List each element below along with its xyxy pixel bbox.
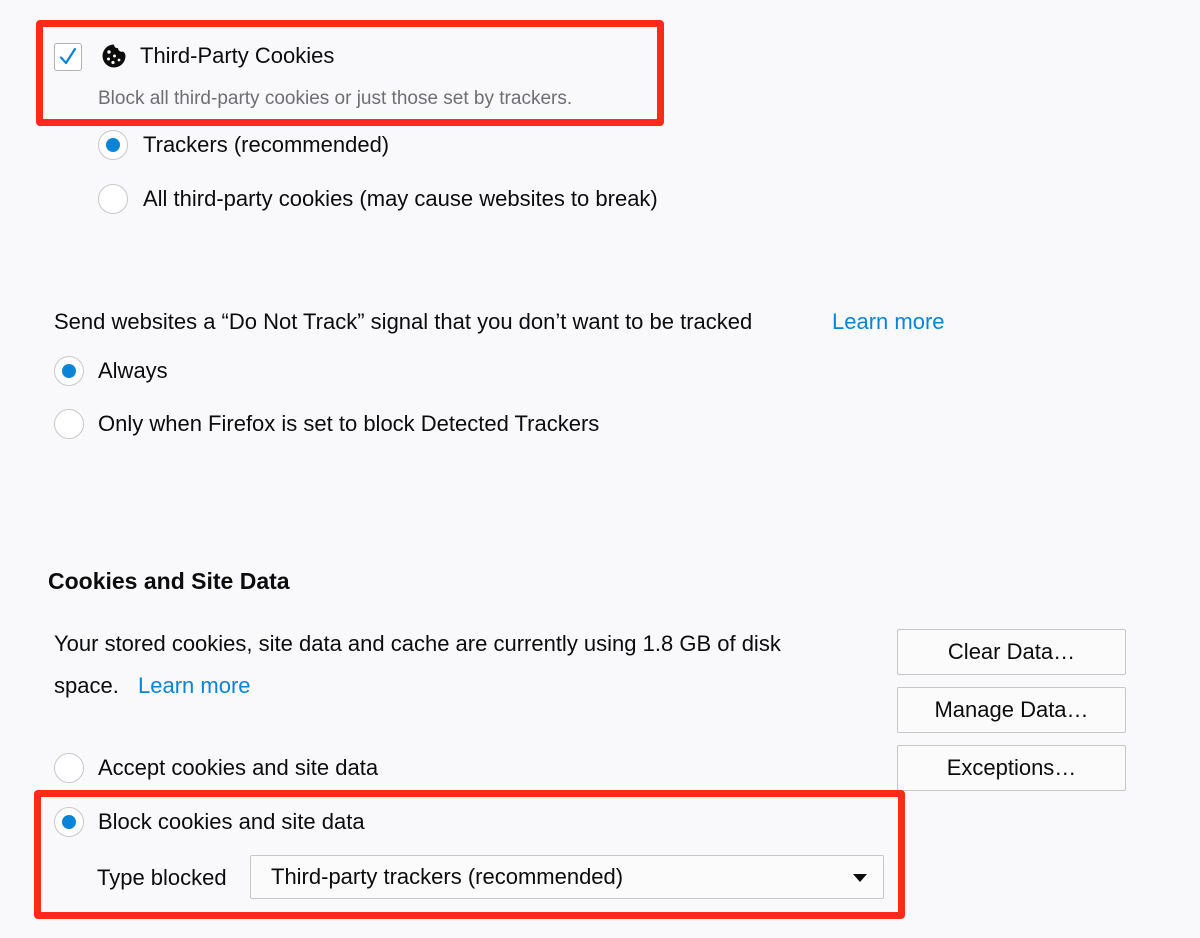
cookies-site-data-title: Cookies and Site Data	[48, 568, 290, 594]
storage-usage-text: Your stored cookies, site data and cache…	[54, 631, 781, 656]
all-third-party-cookies-label: All third-party cookies (may cause websi…	[143, 186, 658, 211]
manage-data-button[interactable]: Manage Data…	[897, 687, 1126, 733]
storage-learn-more-link[interactable]: Learn more	[138, 672, 251, 700]
storage-usage-text-cont: space.	[54, 673, 119, 698]
third-party-cookies-description: Block all third-party cookies or just th…	[98, 88, 573, 109]
accept-cookies-label: Accept cookies and site data	[98, 755, 379, 780]
checkmark-icon	[59, 47, 77, 65]
dropdown-arrow-icon	[853, 874, 867, 882]
dnt-only-when-radio[interactable]	[54, 409, 84, 439]
clear-data-button[interactable]: Clear Data…	[897, 629, 1126, 675]
dnt-prompt: Send websites a “Do Not Track” signal th…	[54, 309, 753, 334]
exceptions-button[interactable]: Exceptions…	[897, 745, 1126, 791]
dnt-always-label: Always	[98, 358, 168, 383]
all-third-party-cookies-radio[interactable]	[98, 184, 128, 214]
third-party-cookies-label: Third-Party Cookies	[140, 43, 335, 68]
block-cookies-radio[interactable]	[54, 807, 84, 837]
third-party-cookies-checkbox[interactable]	[54, 43, 82, 71]
cookie-icon	[102, 44, 126, 68]
type-blocked-select[interactable]: Third-party trackers (recommended)	[250, 855, 884, 899]
trackers-recommended-radio[interactable]	[98, 130, 128, 160]
dnt-learn-more-link[interactable]: Learn more	[832, 308, 945, 336]
type-blocked-label: Type blocked	[97, 865, 227, 890]
block-cookies-label: Block cookies and site data	[98, 809, 365, 834]
dnt-only-when-label: Only when Firefox is set to block Detect…	[98, 411, 600, 436]
trackers-recommended-label: Trackers (recommended)	[143, 132, 390, 157]
type-blocked-value: Third-party trackers (recommended)	[271, 864, 624, 889]
dnt-always-radio[interactable]	[54, 356, 84, 386]
accept-cookies-radio[interactable]	[54, 753, 84, 783]
